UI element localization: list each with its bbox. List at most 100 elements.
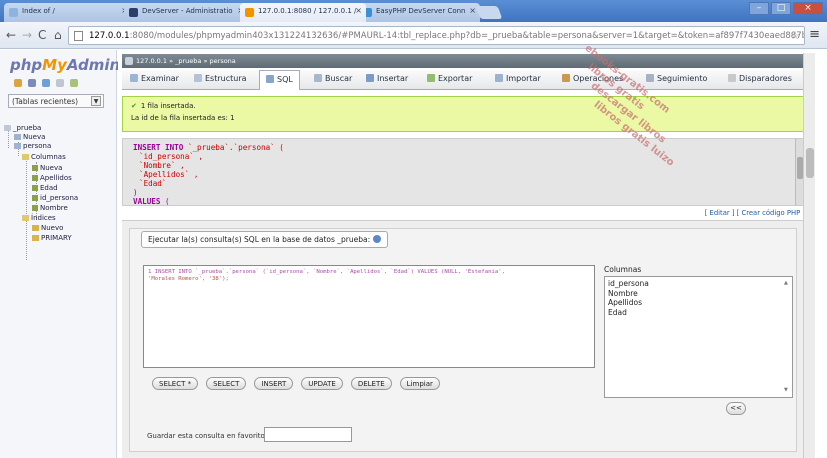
minimize-icon[interactable]: – xyxy=(749,2,769,15)
select-button[interactable]: SELECT xyxy=(206,377,247,390)
tab-exportar[interactable]: Exportar xyxy=(427,74,472,83)
wrench-icon xyxy=(562,74,570,82)
menu-icon[interactable]: ≡ xyxy=(809,27,820,42)
tab-insertar[interactable]: Insertar xyxy=(366,74,408,83)
sql-icon xyxy=(266,75,274,83)
select-star-button[interactable]: SELECT * xyxy=(152,377,199,390)
tree-column-edad[interactable]: Edad xyxy=(32,184,58,192)
browser-tab-strip: Index of / × DevServer - Administratio ×… xyxy=(0,0,827,22)
success-message: ✔ 1 fila insertada. La id de la fila inse… xyxy=(122,96,805,132)
columns-scrollbar[interactable]: ▲ ▼ xyxy=(784,278,791,396)
import-icon xyxy=(495,74,503,82)
breadcrumb-server[interactable]: 127.0.0.1 xyxy=(136,57,167,65)
tree-index-primary[interactable]: PRIMARY xyxy=(32,234,72,242)
column-option[interactable]: Apellidos xyxy=(608,298,789,308)
close-window-icon[interactable]: × xyxy=(793,2,823,15)
tree-new-column[interactable]: Nueva xyxy=(32,164,62,172)
quick-icons xyxy=(14,79,78,87)
insert-column-button[interactable]: << xyxy=(726,402,746,415)
insert-button[interactable]: INSERT xyxy=(254,377,294,390)
help-icon[interactable] xyxy=(373,235,382,243)
column-icon xyxy=(32,175,38,181)
favorite-label: Guardar esta consulta en favoritos: xyxy=(147,432,271,440)
new-index-icon xyxy=(32,225,39,231)
close-icon[interactable]: × xyxy=(469,6,476,15)
url-host: 127.0.0.1 xyxy=(89,31,130,41)
exit-icon[interactable] xyxy=(28,79,36,87)
address-bar[interactable]: 127.0.0.1:8080/modules/phpmyadmin403x131… xyxy=(68,26,805,45)
insert-icon xyxy=(366,74,374,82)
tab-sql[interactable]: SQL xyxy=(259,70,300,90)
tree-indexes[interactable]: Índices xyxy=(22,214,56,222)
maximize-icon[interactable]: □ xyxy=(771,2,791,15)
success-line-2: La id de la fila insertada es: 1 xyxy=(131,114,235,122)
scroll-down-icon[interactable]: ▼ xyxy=(784,386,788,396)
recent-tables-select[interactable]: (Tablas recientes) ▼ xyxy=(8,94,104,108)
server-icon xyxy=(125,57,133,65)
reload-icon[interactable]: C xyxy=(38,28,46,42)
search-icon xyxy=(314,74,322,82)
breadcrumb-table[interactable]: persona xyxy=(210,57,236,65)
database-icon xyxy=(4,125,11,131)
tab-examinar[interactable]: Examinar xyxy=(130,74,179,83)
tab-label: DevServer - Administratio xyxy=(142,7,233,15)
page-icon xyxy=(74,31,83,41)
tree-columns[interactable]: Columnas xyxy=(22,153,66,161)
home-icon[interactable] xyxy=(14,79,22,87)
home-icon[interactable]: ⌂ xyxy=(54,28,62,42)
tree-column-apellidos[interactable]: Apellidos xyxy=(32,174,72,182)
new-tab-button[interactable] xyxy=(475,6,503,19)
edit-links[interactable]: [ Editar ] [ Crear código PHP ] xyxy=(705,209,805,217)
folder-icon xyxy=(22,154,29,160)
favorite-name-input[interactable] xyxy=(264,427,352,442)
tree-column-id-persona[interactable]: id_persona xyxy=(32,194,78,202)
tab-estructura[interactable]: Estructura xyxy=(194,74,247,83)
tab-disparadores[interactable]: Disparadores xyxy=(728,74,792,83)
column-option[interactable]: id_persona xyxy=(608,279,789,289)
browser-tab-easyphp[interactable]: EasyPHP DevServer Conn × xyxy=(358,3,480,22)
columns-label: Columnas xyxy=(604,265,642,274)
page-scrollbar[interactable] xyxy=(803,53,815,458)
query-window-icon[interactable] xyxy=(42,79,50,87)
column-icon xyxy=(32,205,38,211)
scroll-up-icon[interactable]: ▲ xyxy=(784,279,788,289)
browser-tab-index[interactable]: Index of / × xyxy=(4,3,132,22)
tree-table-persona[interactable]: persona xyxy=(14,142,51,150)
bookmark-star-icon[interactable]: ☆ xyxy=(790,29,800,42)
close-icon[interactable]: × xyxy=(355,6,362,15)
query-buttons: SELECT * SELECT INSERT UPDATE DELETE Lim… xyxy=(152,377,440,390)
browser-tab-phpmyadmin[interactable]: 127.0.0.1:8080 / 127.0.0.1 / × xyxy=(240,3,366,22)
breadcrumb: 127.0.0.1 » _prueba » persona xyxy=(122,54,805,68)
phpmyadmin-logo[interactable]: phpMyAdmin xyxy=(10,56,120,74)
tab-buscar[interactable]: Buscar xyxy=(314,74,352,83)
export-icon xyxy=(427,74,435,82)
docs-icon[interactable] xyxy=(56,79,64,87)
tab-operaciones[interactable]: Operaciones xyxy=(562,74,623,83)
column-icon xyxy=(32,185,38,191)
tree-new-index[interactable]: Nuevo xyxy=(32,224,63,232)
tree-db-prueba[interactable]: _prueba xyxy=(4,124,41,132)
url-path: :8080/modules/phpmyadmin403x131224132636… xyxy=(129,31,805,41)
tree-column-nombre[interactable]: Nombre xyxy=(32,204,68,212)
sql-query-panel: Ejecutar la(s) consulta(s) SQL en la bas… xyxy=(122,220,805,458)
index-icon xyxy=(32,235,39,241)
tab-label: Index of / xyxy=(22,7,55,15)
update-button[interactable]: UPDATE xyxy=(301,377,343,390)
column-icon xyxy=(32,195,38,201)
clear-button[interactable]: Limpiar xyxy=(399,377,440,390)
column-option[interactable]: Edad xyxy=(608,308,789,318)
table-tabs: Examinar Estructura SQL Buscar Insertar … xyxy=(122,70,805,90)
reload-nav-icon[interactable] xyxy=(70,79,78,87)
browser-tab-devserver[interactable]: DevServer - Administratio × xyxy=(124,3,248,22)
delete-button[interactable]: DELETE xyxy=(350,377,392,390)
tab-importar[interactable]: Importar xyxy=(495,74,541,83)
breadcrumb-db[interactable]: _prueba xyxy=(175,57,201,65)
forward-arrow-icon[interactable]: → xyxy=(22,28,32,42)
back-arrow-icon[interactable]: ← xyxy=(6,28,16,42)
tab-label: EasyPHP DevServer Conn xyxy=(376,7,466,15)
tab-seguimiento[interactable]: Seguimiento xyxy=(646,74,707,83)
sql-query-textarea[interactable]: 1 INSERT INTO `_prueba`.`persona` (`id_p… xyxy=(143,265,595,368)
columns-list[interactable]: id_persona Nombre Apellidos Edad ▲ ▼ xyxy=(604,276,793,398)
column-option[interactable]: Nombre xyxy=(608,289,789,299)
tree-new-table[interactable]: Nueva xyxy=(14,133,45,141)
